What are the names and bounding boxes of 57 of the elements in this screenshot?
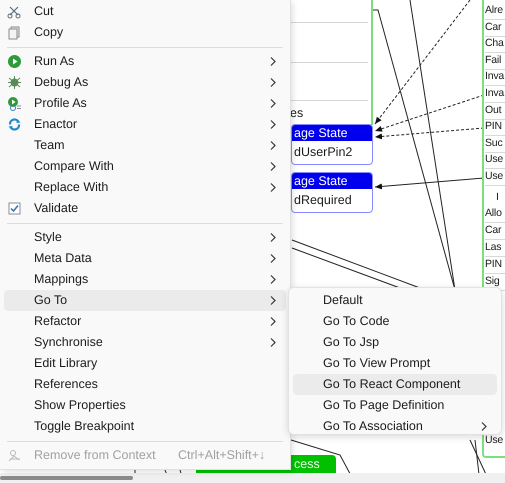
bug-icon xyxy=(7,75,22,90)
list-item: Cha xyxy=(485,36,504,52)
list-item: Alre xyxy=(485,3,503,18)
menu-item[interactable]: Go To View Prompt xyxy=(293,353,497,374)
menu-item[interactable]: Go To React Component xyxy=(293,374,497,395)
list-item: Use xyxy=(485,169,504,184)
menu-item[interactable]: Debug As xyxy=(4,72,286,93)
remove-icon xyxy=(7,448,22,463)
menu-item[interactable]: Compare With xyxy=(4,156,286,177)
list-item: Out xyxy=(485,102,502,118)
copy-icon xyxy=(7,25,22,40)
menu-item[interactable]: Copy xyxy=(4,22,286,43)
list-item: Las xyxy=(485,240,502,255)
menu-item[interactable]: Go To xyxy=(4,290,286,311)
menu-item[interactable]: Toggle Breakpoint xyxy=(4,416,286,437)
node-label: dRequired xyxy=(293,192,353,209)
menu-item[interactable]: Mappings xyxy=(4,269,286,290)
refresh-icon xyxy=(7,117,22,132)
list-item: PIN xyxy=(485,256,502,272)
list-item: Fail xyxy=(485,52,502,68)
menu-item[interactable]: Show Properties xyxy=(4,395,286,416)
node-title: age State xyxy=(292,125,372,141)
menu-item[interactable]: Style xyxy=(4,227,286,248)
list-item: Sig xyxy=(485,274,500,289)
list-item: Car xyxy=(485,20,502,35)
horizontal-scrollbar[interactable] xyxy=(0,473,505,483)
menu-item[interactable]: References xyxy=(4,374,286,395)
list-item: Inva xyxy=(485,69,504,84)
group-header: I xyxy=(496,190,499,205)
cut-icon xyxy=(7,4,22,19)
list-item: Use xyxy=(485,152,504,168)
menu-item[interactable]: Default xyxy=(293,290,497,311)
menu-item[interactable]: Cut xyxy=(4,1,286,22)
menu-item[interactable]: Run As xyxy=(4,51,286,72)
menu-item[interactable]: Go To Code xyxy=(293,311,497,332)
list-item: Inva xyxy=(485,86,504,101)
menu-item[interactable]: Meta Data xyxy=(4,248,286,269)
menu-item[interactable]: Synchronise xyxy=(4,332,286,353)
menu-item[interactable]: Validate xyxy=(4,198,286,219)
list-item: Car xyxy=(485,222,502,238)
menu-item[interactable]: Enactor xyxy=(4,114,286,135)
menu-item[interactable]: Replace With xyxy=(4,177,286,198)
node-title: age State xyxy=(292,173,372,189)
list-item: Suc xyxy=(485,136,502,151)
list-item: Allo xyxy=(485,206,502,221)
play-icon xyxy=(7,54,22,69)
menu-item[interactable]: Team xyxy=(4,135,286,156)
menu-item[interactable]: Refactor xyxy=(4,311,286,332)
node-label: dUserPin2 xyxy=(293,144,354,161)
list-item: PIN xyxy=(485,119,502,134)
menu-item[interactable]: Edit Library xyxy=(4,353,286,374)
menu-item[interactable]: Go To Page Definition xyxy=(293,395,497,416)
checkbox-icon xyxy=(7,201,22,216)
panel-label: es xyxy=(290,105,304,121)
menu-item[interactable]: Profile As xyxy=(4,93,286,114)
play-icon xyxy=(7,96,22,111)
menu-item[interactable]: Go To Jsp xyxy=(293,332,497,353)
